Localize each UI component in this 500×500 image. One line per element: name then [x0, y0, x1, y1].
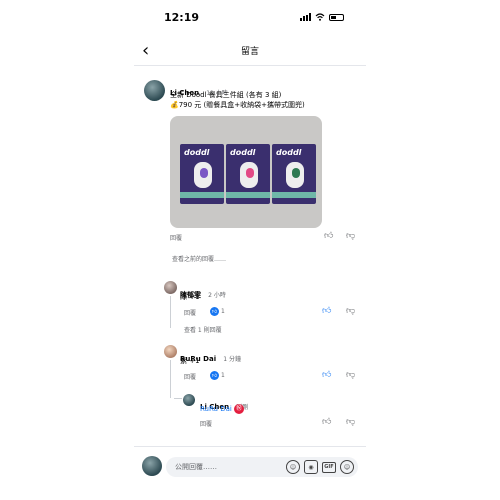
reply-input-placeholder: 公開回覆……	[175, 463, 217, 471]
post-reply-button[interactable]: 回覆	[170, 233, 182, 242]
battery-icon	[329, 13, 344, 21]
emoji-icon[interactable]: ☺	[340, 460, 354, 474]
view-replies-link[interactable]: 查看 1 則回覆	[184, 325, 222, 334]
page-title: 留言	[240, 47, 259, 57]
comment-reply-button[interactable]: 回覆	[184, 372, 196, 381]
avatar-sticker-icon[interactable]: ☺	[286, 460, 300, 474]
like-count-value: 1	[221, 372, 225, 379]
thumbs-up-icon[interactable]: 👍︎	[322, 370, 331, 380]
phone-screen: 12:19 ‹ 留言 Li Chen 11 小時 全新 Doodl 餐具三件組 …	[134, 0, 366, 500]
thumbs-up-icon[interactable]: 👍︎	[322, 306, 331, 316]
composer-icons: ☺ ◉ GIF ☺	[286, 460, 354, 474]
thread-connector	[174, 398, 182, 399]
cellular-signal-icon	[300, 13, 311, 21]
comment-avatar[interactable]	[164, 345, 177, 358]
comment-text: 綠 +1	[180, 293, 200, 301]
photo-brand-label: doddl	[184, 148, 210, 157]
reply-reply-button[interactable]: 回覆	[200, 419, 212, 428]
thread-line	[170, 360, 171, 398]
view-previous-replies-link[interactable]: 查看之前的回覆……	[172, 254, 226, 263]
thumbs-down-icon[interactable]: 👎︎	[346, 417, 355, 427]
reply-text: RuRu Dai ㊗	[200, 404, 245, 414]
like-badge-icon: 👍︎	[210, 307, 219, 316]
thumbs-up-icon[interactable]: 👍︎	[322, 417, 331, 427]
comment-like-count: 👍︎ 1	[210, 371, 225, 380]
product-box-pink: doddl	[226, 144, 270, 204]
comment-time: 1 分鐘	[223, 356, 241, 363]
comment-time: 2 小時	[208, 292, 226, 299]
reply-avatar[interactable]	[183, 394, 195, 406]
status-bar: 12:19	[134, 0, 366, 34]
box-stripe	[180, 192, 224, 198]
utensil-accent	[292, 168, 300, 178]
wifi-icon	[315, 13, 325, 21]
comment-like-count: 👍︎ 1	[210, 307, 225, 316]
composer-bar: 公開回覆…… ☺ ◉ GIF ☺	[134, 446, 366, 486]
comment-reply-button[interactable]: 回覆	[184, 308, 196, 317]
reply-input[interactable]: 公開回覆…… ☺ ◉ GIF ☺	[166, 457, 358, 477]
post-text: 全新 Doodl 餐具三件組 (各有 3 組) 💰790 元 (贈餐具盒+收納袋…	[170, 90, 362, 110]
product-box-purple: doddl	[180, 144, 224, 204]
thumbs-down-icon[interactable]: 👎︎	[346, 231, 355, 241]
box-stripe	[272, 192, 316, 198]
post-author-avatar[interactable]	[144, 80, 165, 101]
photo-brand-label: doddl	[276, 148, 302, 157]
post-photo[interactable]: doddl doddl doddl	[170, 116, 322, 228]
thread-line	[170, 296, 171, 328]
utensil-accent	[246, 168, 254, 178]
thumbs-down-icon[interactable]: 👎︎	[346, 306, 355, 316]
nav-bar: ‹ 留言	[134, 34, 366, 66]
comment-text: 紫 +1	[180, 357, 200, 365]
comment-avatar[interactable]	[164, 281, 177, 294]
like-count-value: 1	[221, 308, 225, 315]
thumbs-down-icon[interactable]: 👎︎	[346, 370, 355, 380]
mention-link[interactable]: RuRu Dai	[200, 405, 232, 413]
thumbs-up-icon[interactable]: 👍︎	[324, 231, 333, 241]
utensil-accent	[200, 168, 208, 178]
photo-brand-label: doddl	[230, 148, 256, 157]
status-icons	[300, 13, 344, 21]
post-line-1: 全新 Doodl 餐具三件組 (各有 3 組)	[170, 91, 282, 99]
camera-icon[interactable]: ◉	[304, 460, 318, 474]
post-line-2: 💰790 元 (贈餐具盒+收納袋+攜帶式圍兜)	[170, 101, 305, 109]
like-badge-icon: 👍︎	[210, 371, 219, 380]
sticker-icon: ㊗	[234, 404, 245, 414]
product-box-green: doddl	[272, 144, 316, 204]
gif-icon[interactable]: GIF	[322, 461, 336, 473]
status-time: 12:19	[164, 11, 200, 24]
box-stripe	[226, 192, 270, 198]
my-avatar	[142, 456, 162, 476]
